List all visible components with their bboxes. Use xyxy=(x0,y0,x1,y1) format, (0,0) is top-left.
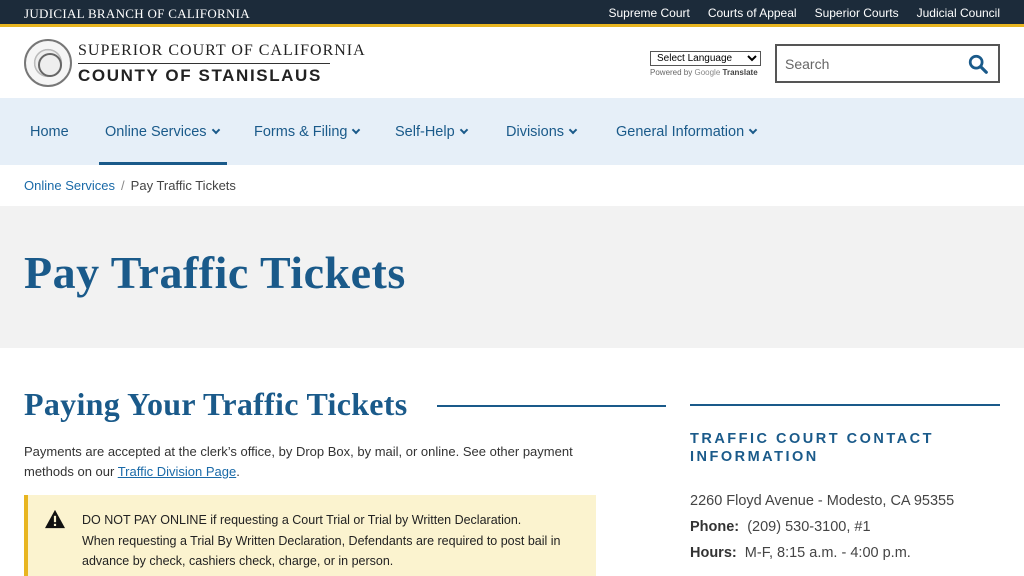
nav-home[interactable]: Home xyxy=(30,98,69,165)
nav-self-help[interactable]: Self-Help xyxy=(395,98,468,165)
topbar-links: Supreme Court Courts of Appeal Superior … xyxy=(608,6,1000,20)
chevron-down-icon xyxy=(211,125,220,134)
alert-line-1: DO NOT PAY ONLINE if requesting a Court … xyxy=(82,513,522,527)
traffic-division-link[interactable]: Traffic Division Page xyxy=(118,464,237,479)
alert-text: DO NOT PAY ONLINE if requesting a Court … xyxy=(82,510,582,572)
nav-self-help-label: Self-Help xyxy=(395,123,455,140)
breadcrumb-online-services[interactable]: Online Services xyxy=(24,178,115,193)
language-select[interactable]: Select Language xyxy=(650,51,761,66)
payment-warning-alert: DO NOT PAY ONLINE if requesting a Court … xyxy=(24,495,596,576)
breadcrumb: Online Services / Pay Traffic Tickets xyxy=(24,178,236,193)
nav-online-services-label: Online Services xyxy=(105,123,207,140)
judicial-branch-link[interactable]: JUDICIAL BRANCH OF CALIFORNIA xyxy=(24,6,250,22)
warning-icon xyxy=(45,509,65,529)
hours-value: M-F, 8:15 a.m. - 4:00 p.m. xyxy=(744,545,911,561)
sidebar-rule xyxy=(690,404,1000,406)
section-title-rule xyxy=(437,405,666,407)
court-seal-logo[interactable] xyxy=(24,39,72,87)
chevron-down-icon xyxy=(568,125,578,134)
page-title: Pay Traffic Tickets xyxy=(24,247,406,298)
nav-general-information[interactable]: General Information xyxy=(616,98,758,165)
courts-of-appeal-link[interactable]: Courts of Appeal xyxy=(708,6,797,20)
site-header: SUPERIOR COURT OF CALIFORNIA COUNTY OF S… xyxy=(0,27,1024,98)
chevron-down-icon xyxy=(459,125,468,134)
search-input[interactable] xyxy=(785,53,965,75)
traffic-court-phone: Phone: (209) 530-3100, #1 xyxy=(690,519,871,535)
chevron-down-icon xyxy=(352,125,361,134)
main-navigation: Home Online Services Forms & Filing Self… xyxy=(0,98,1024,165)
page-title-band: Pay Traffic Tickets xyxy=(0,206,1024,348)
nav-divisions[interactable]: Divisions xyxy=(506,98,578,165)
nav-forms-filing-label: Forms & Filing xyxy=(254,123,348,140)
google-label: Google xyxy=(694,68,721,77)
nav-forms-filing[interactable]: Forms & Filing xyxy=(254,98,361,165)
court-name-line1[interactable]: SUPERIOR COURT OF CALIFORNIA xyxy=(78,42,366,60)
intro-end: . xyxy=(236,464,240,479)
alert-line-2: When requesting a Trial By Written Decla… xyxy=(82,533,561,569)
traffic-court-hours: Hours: M-F, 8:15 a.m. - 4:00 p.m. xyxy=(690,545,911,561)
google-translate-credit: Powered by Google Translate xyxy=(650,68,758,77)
court-name-divider xyxy=(78,63,330,64)
intro-text: Payments are accepted at the clerk’s off… xyxy=(24,444,573,479)
breadcrumb-current: Pay Traffic Tickets xyxy=(130,178,236,193)
sidebar-title: TRAFFIC COURT CONTACT INFORMATION xyxy=(690,431,934,465)
section-title: Paying Your Traffic Tickets xyxy=(24,386,408,422)
breadcrumb-separator: / xyxy=(121,178,125,193)
nav-divisions-label: Divisions xyxy=(506,123,565,140)
supreme-court-link[interactable]: Supreme Court xyxy=(608,6,689,20)
powered-by-label: Powered by xyxy=(650,68,693,77)
nav-online-services[interactable]: Online Services xyxy=(99,98,227,165)
hours-label: Hours: xyxy=(690,545,737,561)
court-name-line2[interactable]: COUNTY OF STANISLAUS xyxy=(78,66,322,86)
phone-number[interactable]: (209) 530-3100, #1 xyxy=(747,519,870,535)
chevron-down-icon xyxy=(748,125,758,134)
phone-label: Phone: xyxy=(690,519,740,535)
superior-courts-link[interactable]: Superior Courts xyxy=(815,6,899,20)
judicial-council-link[interactable]: Judicial Council xyxy=(917,6,1000,20)
search-box xyxy=(775,44,1000,83)
search-icon[interactable] xyxy=(967,53,989,75)
judicial-branch-bar: JUDICIAL BRANCH OF CALIFORNIA Supreme Co… xyxy=(0,0,1024,27)
translate-link[interactable]: Translate xyxy=(723,68,758,77)
traffic-court-address: 2260 Floyd Avenue - Modesto, CA 95355 xyxy=(690,493,955,509)
intro-paragraph: Payments are accepted at the clerk’s off… xyxy=(24,442,584,482)
nav-home-label: Home xyxy=(30,123,69,140)
nav-general-information-label: General Information xyxy=(616,123,745,140)
